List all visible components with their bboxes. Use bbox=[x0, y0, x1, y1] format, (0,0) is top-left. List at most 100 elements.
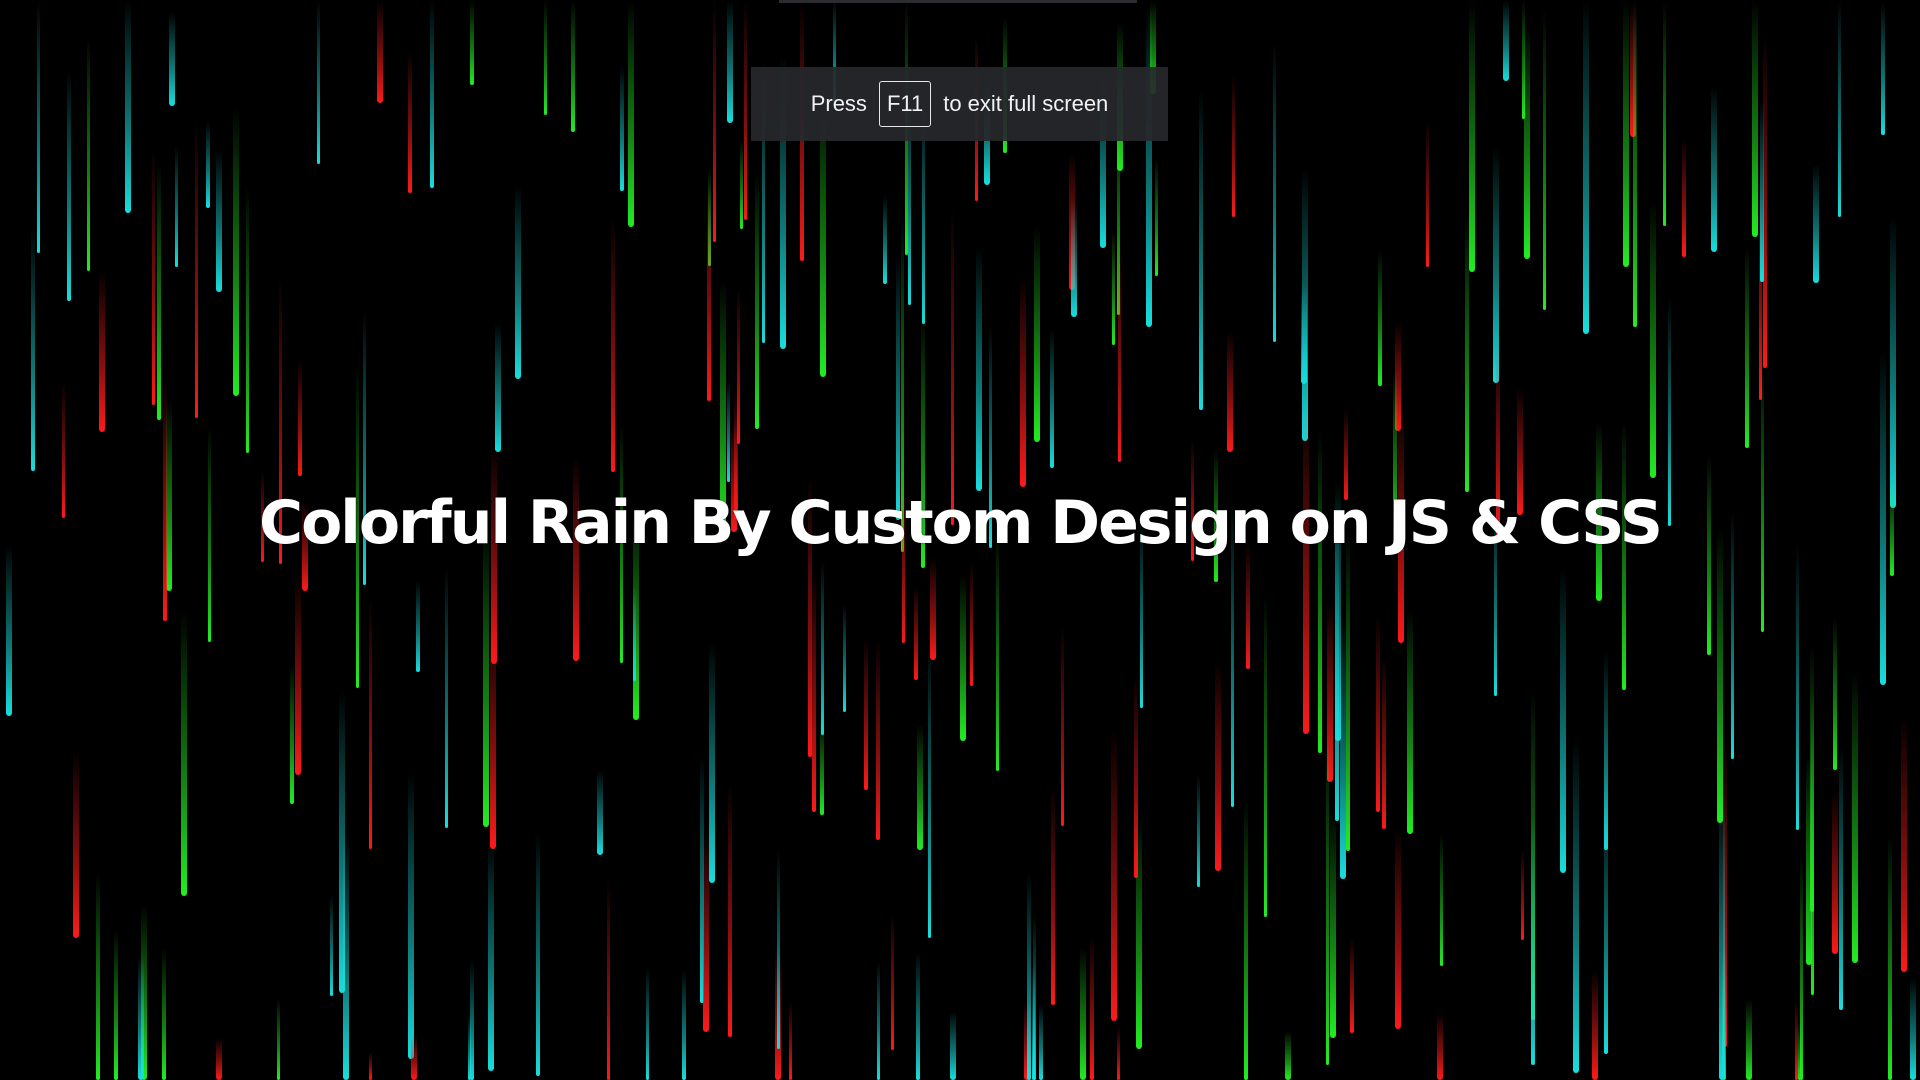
rain-drop bbox=[1090, 936, 1094, 1080]
rain-drop bbox=[408, 50, 412, 193]
rain-drop bbox=[928, 640, 931, 938]
rain-drop bbox=[682, 970, 686, 1080]
rain-drop bbox=[1134, 675, 1138, 878]
rain-drop bbox=[1155, 158, 1158, 276]
rain-drop bbox=[295, 575, 301, 775]
rain-drop bbox=[1039, 1004, 1043, 1080]
rain-drop bbox=[744, 0, 747, 220]
rain-drop bbox=[1852, 671, 1858, 963]
rain-drop bbox=[468, 1014, 471, 1080]
rain-drop bbox=[1745, 246, 1749, 448]
rain-drop bbox=[114, 929, 118, 1080]
rain-drop bbox=[536, 833, 540, 1076]
rain-drop bbox=[1426, 120, 1429, 267]
rain-drop bbox=[821, 560, 824, 735]
rain-drop bbox=[1118, 234, 1121, 462]
rain-drop bbox=[1246, 543, 1250, 669]
rain-drop bbox=[607, 880, 610, 1080]
rain-drop bbox=[1050, 329, 1054, 468]
rain-drop bbox=[951, 208, 954, 525]
rain-drop bbox=[125, 0, 131, 213]
rain-drop bbox=[1521, 849, 1524, 940]
rain-drop bbox=[488, 840, 494, 1071]
rain-drop bbox=[73, 751, 79, 938]
rain-drop bbox=[408, 771, 414, 1059]
rain-drop bbox=[1378, 250, 1382, 386]
rain-drop bbox=[216, 150, 222, 292]
rain-drop bbox=[1833, 618, 1837, 770]
rain-drop bbox=[1813, 164, 1819, 283]
rain-drop bbox=[1080, 948, 1086, 1080]
rain-drop bbox=[1800, 855, 1803, 1080]
rain-drop bbox=[1531, 818, 1535, 1065]
rain-drop bbox=[1264, 593, 1267, 917]
rain-drop bbox=[6, 545, 12, 716]
rain-drop bbox=[411, 1034, 417, 1080]
rain-drop bbox=[1832, 789, 1838, 954]
rain-drop bbox=[996, 533, 999, 771]
rain-drop bbox=[1604, 652, 1608, 850]
rain-drop bbox=[1032, 967, 1035, 1080]
rain-drop bbox=[1051, 786, 1055, 1005]
rain-drop bbox=[544, 0, 547, 115]
rain-drop bbox=[490, 616, 496, 849]
rain-drop bbox=[877, 961, 880, 1080]
rain-drop bbox=[233, 107, 239, 396]
rain-drop bbox=[495, 323, 501, 452]
rain-drop bbox=[876, 639, 880, 840]
rain-drop bbox=[1888, 834, 1892, 1080]
rain-drop bbox=[1215, 660, 1221, 871]
rain-drop bbox=[445, 566, 448, 828]
rain-drop bbox=[707, 183, 711, 401]
rain-drop bbox=[99, 269, 105, 432]
rain-drop bbox=[970, 562, 973, 686]
rain-drop bbox=[628, 0, 634, 227]
rain-drop bbox=[1071, 199, 1077, 317]
rain-drop bbox=[703, 828, 709, 1032]
rain-drop bbox=[277, 998, 280, 1080]
rain-drop bbox=[917, 724, 923, 850]
rain-drop bbox=[1344, 409, 1348, 500]
rain-drop bbox=[883, 196, 887, 284]
page-title: Colorful Rain By Custom Design on JS & C… bbox=[259, 488, 1663, 558]
rain-drop bbox=[1340, 619, 1346, 879]
rain-drop bbox=[96, 872, 100, 1080]
rain-drop bbox=[67, 70, 71, 301]
rain-drop bbox=[755, 172, 759, 429]
rain-drop bbox=[740, 139, 743, 229]
rain-drop bbox=[1711, 86, 1717, 252]
rain-drop bbox=[916, 951, 920, 1080]
rain-drop bbox=[369, 1052, 372, 1080]
rain-drop bbox=[1796, 545, 1799, 830]
rain-drop bbox=[976, 246, 982, 491]
rain-drop bbox=[246, 186, 249, 453]
rain-drop bbox=[1034, 226, 1040, 442]
rain-drop bbox=[1746, 999, 1752, 1080]
rain-drop bbox=[87, 37, 90, 271]
rain-drop bbox=[1795, 999, 1798, 1080]
rain-drop bbox=[1407, 609, 1413, 834]
rain-drop bbox=[1227, 331, 1233, 452]
rain-drop bbox=[1303, 405, 1309, 734]
rain-drop bbox=[1273, 43, 1276, 342]
rain-drop bbox=[709, 643, 715, 883]
rain-drop bbox=[1623, 0, 1629, 267]
rain-drop bbox=[157, 163, 161, 420]
fullscreen-top-strip bbox=[779, 0, 1137, 3]
rain-drop bbox=[950, 1011, 956, 1080]
rain-drop bbox=[864, 637, 868, 790]
rain-drop bbox=[727, 380, 730, 482]
rain-drop bbox=[1592, 970, 1598, 1080]
rain-drop bbox=[914, 585, 918, 680]
rain-drop bbox=[1752, 0, 1758, 237]
rain-drop bbox=[1583, 0, 1589, 334]
rain-drop bbox=[1838, 0, 1841, 217]
rain-drop bbox=[633, 587, 636, 681]
rain-drop bbox=[891, 913, 894, 1050]
rain-drop bbox=[573, 456, 579, 661]
rain-drop bbox=[1719, 791, 1725, 1080]
rain-drop bbox=[1839, 745, 1843, 1010]
notice-suffix: to exit full screen bbox=[943, 91, 1109, 116]
rain-drop bbox=[1682, 138, 1686, 257]
rain-drop bbox=[470, 0, 474, 85]
